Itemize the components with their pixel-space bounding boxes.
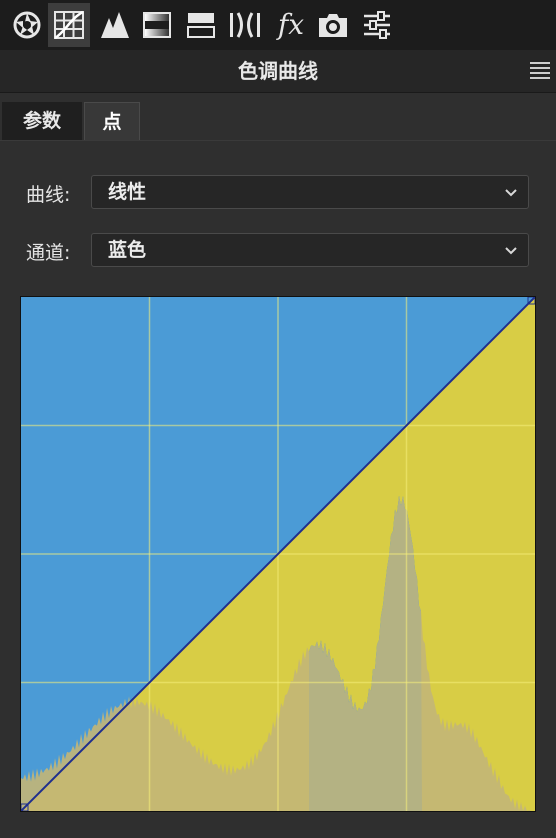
aperture-icon[interactable] — [6, 3, 48, 47]
curve-type-value: 线性 — [108, 181, 147, 203]
channel-value: 蓝色 — [108, 239, 147, 261]
module-toolbar: fx — [0, 0, 556, 50]
detail-icon[interactable] — [94, 3, 136, 47]
effects-label: fx — [277, 8, 305, 41]
camera-calibration-icon[interactable] — [312, 3, 354, 47]
tab-bar: 参数 点 — [0, 102, 556, 141]
tone-curve-editor[interactable] — [20, 296, 536, 812]
effects-icon[interactable]: fx — [270, 3, 312, 47]
curve-type-select[interactable]: 线性 — [91, 175, 529, 209]
channel-select[interactable]: 蓝色 — [91, 233, 529, 267]
chevron-down-icon — [505, 247, 517, 255]
panel-header: 色调曲线 — [0, 50, 556, 93]
chevron-down-icon — [505, 189, 517, 197]
tab-point[interactable]: 点 — [84, 102, 140, 140]
curve-type-label: 曲线: — [26, 184, 71, 206]
tab-parametric[interactable]: 参数 — [2, 102, 82, 140]
hsl-icon[interactable] — [136, 3, 178, 47]
presets-sliders-icon[interactable] — [356, 3, 398, 47]
panel-menu-icon[interactable] — [530, 62, 550, 80]
channel-label: 通道: — [26, 242, 71, 264]
lens-corrections-icon[interactable] — [224, 3, 266, 47]
split-toning-icon[interactable] — [180, 3, 222, 47]
tone-curve-icon[interactable] — [48, 3, 90, 47]
tone-curve-canvas[interactable] — [21, 297, 535, 811]
panel-title: 色调曲线 — [238, 59, 318, 83]
